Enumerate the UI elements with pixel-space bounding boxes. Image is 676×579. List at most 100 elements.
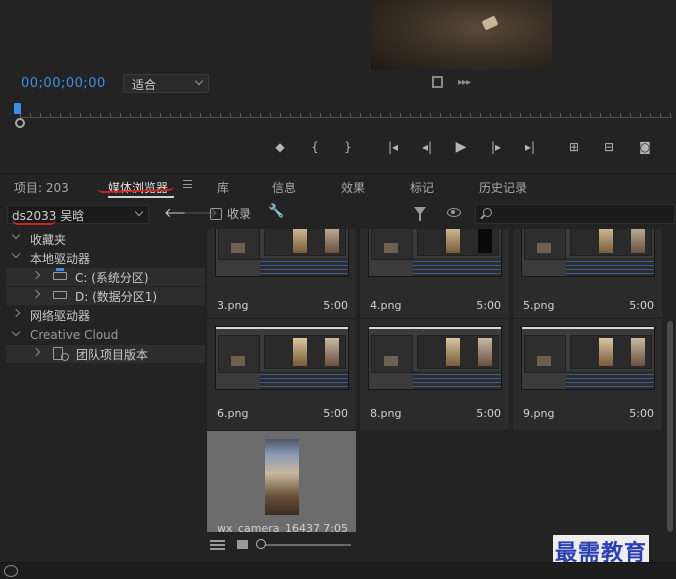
file-name: 3.png xyxy=(217,299,249,312)
file-name: 5.png xyxy=(523,299,555,312)
chevron-down-icon xyxy=(134,207,144,217)
play-icon[interactable]: ▶ xyxy=(451,137,471,157)
status-bar xyxy=(0,562,676,579)
panel-menu-icon[interactable] xyxy=(183,180,192,188)
chevron-right-icon[interactable] xyxy=(31,270,41,280)
panel-tab-bar: 项目: 203 媒体浏览器 库 信息 效果 标记 历史记录 xyxy=(0,173,676,199)
grid-scrollbar[interactable] xyxy=(666,229,674,532)
tab-libraries[interactable]: 库 xyxy=(217,179,229,196)
playhead-handle[interactable] xyxy=(15,118,25,128)
ruler-line xyxy=(20,117,672,118)
chevron-down-icon[interactable] xyxy=(11,327,21,337)
file-name: wx_camera_16437 xyxy=(217,522,321,532)
tree-item-favorites[interactable]: 收藏夹 xyxy=(6,230,205,248)
creative-cloud-icon[interactable] xyxy=(4,565,18,577)
hard-drive-icon xyxy=(53,291,67,299)
browser-tree: 收藏夹 本地驱动器 C: (系统分区) D: (数据分区1) 网络驱动器 Cre… xyxy=(6,229,205,533)
media-tile-selected[interactable]: wx_camera_16437 7:05 xyxy=(206,430,357,532)
media-tile[interactable]: 5.png 5:00 xyxy=(512,229,663,323)
program-monitor: 00;00;00;00 适合 ▸▸▸ ◆ { } |◂ ◂| ▶ |▸ ▸| ⊞… xyxy=(0,0,676,170)
red-annotation-underline xyxy=(12,219,56,225)
duration: 5:00 xyxy=(629,407,654,420)
zoom-slider[interactable] xyxy=(260,544,351,546)
video-preview xyxy=(371,0,552,70)
mark-out-icon[interactable]: } xyxy=(338,137,358,157)
tab-project[interactable]: 项目: 203 xyxy=(14,179,69,196)
file-name: 9.png xyxy=(523,407,555,420)
duration: 5:00 xyxy=(476,407,501,420)
tab-history[interactable]: 历史记录 xyxy=(479,179,527,196)
tree-label: 网络驱动器 xyxy=(30,309,91,323)
thumbnail xyxy=(368,326,502,390)
file-name: 6.png xyxy=(217,407,249,420)
extract-icon[interactable]: ⊟ xyxy=(599,137,619,157)
favorite-label: 收录 xyxy=(227,207,252,221)
tree-label: Creative Cloud xyxy=(30,328,119,342)
chevron-down-icon xyxy=(194,76,204,86)
active-tab-indicator xyxy=(108,196,174,198)
chevron-right-icon[interactable] xyxy=(31,289,41,299)
step-back-icon[interactable]: ◂| xyxy=(417,137,437,157)
thumbnail xyxy=(368,229,502,277)
search-icon xyxy=(483,208,492,217)
timeline-ruler[interactable] xyxy=(14,103,676,129)
fit-zoom-value: 适合 xyxy=(132,78,157,92)
thumbnail xyxy=(521,229,655,277)
tree-item-network-drives[interactable]: 网络驱动器 xyxy=(6,306,205,324)
thumbnail xyxy=(215,229,349,277)
media-tile[interactable]: 8.png 5:00 xyxy=(359,318,510,431)
playhead-timecode[interactable]: 00;00;00;00 xyxy=(21,76,106,91)
scrollbar-thumb[interactable] xyxy=(667,321,673,532)
step-forward-icon[interactable]: |▸ xyxy=(486,137,506,157)
tree-label: C: (系统分区) xyxy=(75,271,149,285)
favorite-checkbox[interactable] xyxy=(210,208,222,220)
fit-zoom-select[interactable]: 适合 xyxy=(123,74,209,93)
media-tile[interactable]: 4.png 5:00 xyxy=(359,229,510,323)
filter-icon[interactable] xyxy=(414,207,426,221)
transport-controls: ◆ { } |◂ ◂| ▶ |▸ ▸| ⊞ ⊟ ◙ xyxy=(270,137,676,157)
zoom-slider-handle[interactable] xyxy=(256,539,266,549)
file-name: 8.png xyxy=(370,407,402,420)
chevron-right-icon[interactable] xyxy=(11,308,21,318)
tree-item-drive-d[interactable]: D: (数据分区1) xyxy=(6,287,205,305)
chevron-down-icon[interactable] xyxy=(11,249,21,259)
tree-item-creative-cloud[interactable]: Creative Cloud xyxy=(6,327,205,345)
tree-label: 团队项目版本 xyxy=(76,348,149,362)
tree-item-local-drives[interactable]: 本地驱动器 xyxy=(6,249,205,267)
playhead-marker[interactable] xyxy=(14,103,21,114)
media-tile[interactable]: 9.png 5:00 xyxy=(512,318,663,431)
thumbnail xyxy=(215,326,349,390)
mark-in-icon[interactable]: { xyxy=(305,137,325,157)
icon-view-icon[interactable] xyxy=(237,540,248,549)
tree-label: 本地驱动器 xyxy=(30,252,91,266)
duration: 5:00 xyxy=(476,299,501,312)
list-view-icon[interactable] xyxy=(210,540,225,550)
preview-object xyxy=(481,15,499,31)
media-tile[interactable]: 6.png 5:00 xyxy=(206,318,357,431)
waveform-icon[interactable]: ▸▸▸ xyxy=(458,77,471,88)
duration: 5:00 xyxy=(323,299,348,312)
search-input[interactable] xyxy=(475,204,675,224)
tab-markers[interactable]: 标记 xyxy=(410,179,434,196)
settings-frame-icon[interactable] xyxy=(432,76,443,88)
tree-label: 收藏夹 xyxy=(30,233,67,247)
view-eye-icon[interactable] xyxy=(447,208,461,217)
tree-item-team-projects[interactable]: 团队项目版本 xyxy=(6,345,205,363)
export-frame-icon[interactable]: ◙ xyxy=(635,137,655,157)
thumbnail xyxy=(265,439,299,515)
lift-icon[interactable]: ⊞ xyxy=(564,137,584,157)
tree-item-drive-c[interactable]: C: (系统分区) xyxy=(6,268,205,286)
tab-info[interactable]: 信息 xyxy=(272,179,296,196)
media-tile[interactable]: 3.png 5:00 xyxy=(206,229,357,323)
tab-effects[interactable]: 效果 xyxy=(341,179,365,196)
media-grid: 3.png 5:00 4.png 5:00 5.png 5:00 6.png 5… xyxy=(205,229,664,532)
wrench-icon[interactable]: 🔧 xyxy=(268,204,284,219)
add-marker-icon[interactable]: ◆ xyxy=(270,137,290,157)
chevron-right-icon[interactable] xyxy=(31,347,41,357)
go-to-out-icon[interactable]: ▸| xyxy=(520,137,540,157)
duration: 5:00 xyxy=(629,299,654,312)
tree-label: D: (数据分区1) xyxy=(75,290,158,304)
team-project-icon xyxy=(53,347,69,361)
go-to-in-icon[interactable]: |◂ xyxy=(383,137,403,157)
chevron-down-icon[interactable] xyxy=(11,230,21,240)
